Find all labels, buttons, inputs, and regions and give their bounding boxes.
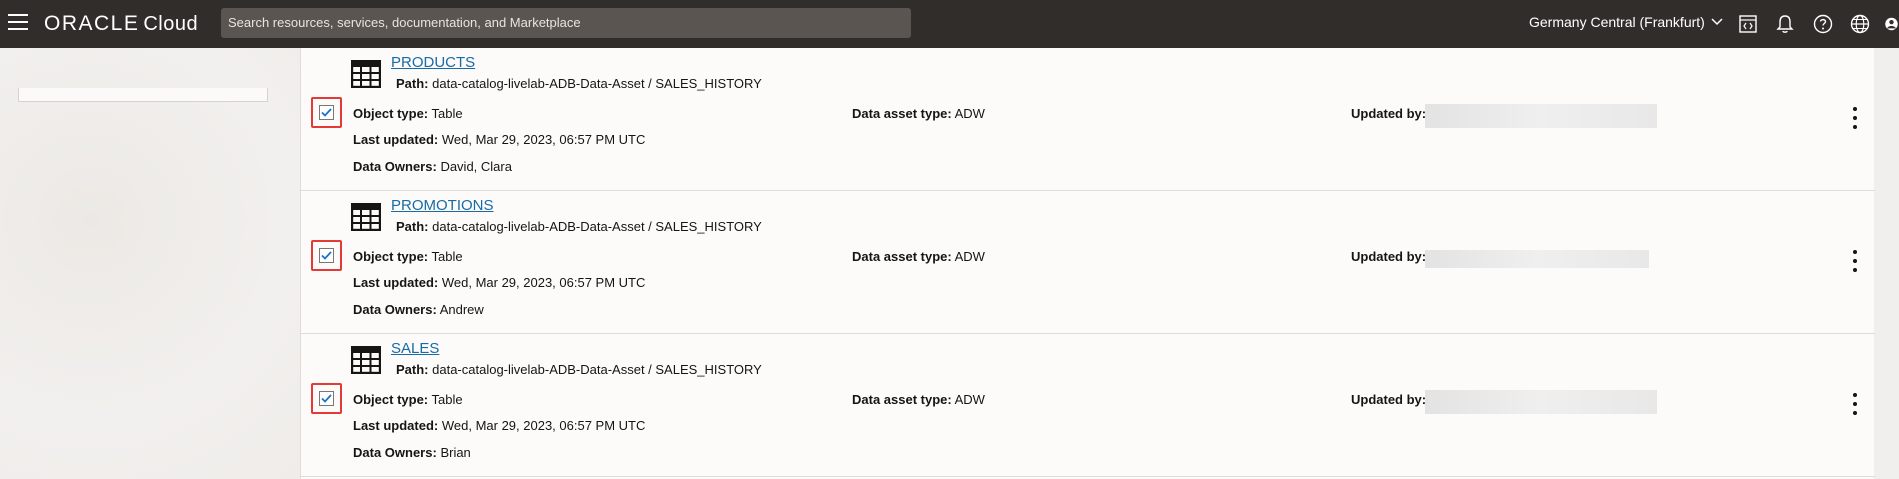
left-filter-panel [0, 48, 300, 479]
row-actions-icon[interactable] [1851, 250, 1859, 272]
asset-type-value: ADW [954, 106, 985, 121]
region-label: Germany Central (Frankfurt) [1529, 14, 1705, 30]
result-row: PROMOTIONS Path: data-catalog-livelab-AD… [301, 191, 1875, 334]
code-editor-icon[interactable] [1736, 12, 1760, 36]
updated-by-label: Updated by: [1351, 106, 1427, 121]
bell-icon[interactable] [1773, 12, 1797, 36]
object-type-label: Object type: [353, 106, 429, 121]
asset-type-label: Data asset type: [852, 392, 952, 407]
checkmark-icon [321, 394, 332, 403]
asset-type-label: Data asset type: [852, 106, 952, 121]
checkmark-icon [321, 251, 332, 260]
menu-icon[interactable] [8, 14, 28, 30]
updated-by-field: Updated by: [1351, 249, 1426, 264]
last-updated-label: Last updated: [353, 275, 439, 290]
table-icon [351, 60, 381, 88]
oracle-cloud-logo[interactable]: ORACLE Cloud [44, 12, 198, 36]
result-name-link[interactable]: PRODUCTS [391, 54, 475, 71]
object-type-field: Object type: Table [353, 106, 463, 121]
owners-label: Data Owners: [353, 302, 437, 317]
asset-type-field: Data asset type: ADW [852, 249, 985, 264]
asset-type-label: Data asset type: [852, 249, 952, 264]
last-updated-field: Last updated: Wed, Mar 29, 2023, 06:57 P… [353, 418, 645, 433]
filter-box [18, 88, 268, 102]
object-type-label: Object type: [353, 392, 429, 407]
region-selector[interactable]: Germany Central (Frankfurt) [1529, 14, 1723, 30]
redacted-user [1425, 390, 1657, 414]
checkbox-checked[interactable] [319, 105, 334, 120]
search-input[interactable]: Search resources, services, documentatio… [221, 8, 911, 38]
select-checkbox[interactable] [311, 97, 342, 128]
updated-by-field: Updated by: [1351, 106, 1426, 121]
checkmark-icon [321, 108, 332, 117]
row-actions-icon[interactable] [1851, 107, 1859, 129]
profile-icon[interactable] [1884, 12, 1899, 36]
updated-by-field: Updated by: [1351, 392, 1426, 407]
result-name-link[interactable]: SALES [391, 340, 439, 357]
row-actions-icon[interactable] [1851, 393, 1859, 415]
checkbox-checked[interactable] [319, 391, 334, 406]
asset-type-field: Data asset type: ADW [852, 392, 985, 407]
globe-icon[interactable] [1848, 12, 1872, 36]
last-updated-value: Wed, Mar 29, 2023, 06:57 PM UTC [441, 275, 646, 290]
updated-by-label: Updated by: [1351, 392, 1427, 407]
select-checkbox[interactable] [311, 383, 342, 414]
path-label: Path: [396, 76, 429, 91]
path-value: data-catalog-livelab-ADB-Data-Asset / SA… [432, 219, 762, 234]
logo-brand: ORACLE [44, 12, 140, 35]
table-icon [351, 346, 381, 374]
table-icon [351, 203, 381, 231]
asset-type-value: ADW [954, 392, 985, 407]
result-row: PRODUCTS Path: data-catalog-livelab-ADB-… [301, 48, 1875, 191]
asset-type-field: Data asset type: ADW [852, 106, 985, 121]
path-label: Path: [396, 362, 429, 377]
owners-field: Data Owners: David, Clara [353, 159, 512, 174]
owners-field: Data Owners: Brian [353, 445, 471, 460]
object-type-label: Object type: [353, 249, 429, 264]
select-checkbox[interactable] [311, 240, 342, 271]
path-label: Path: [396, 219, 429, 234]
updated-by-label: Updated by: [1351, 249, 1427, 264]
redacted-user [1425, 104, 1657, 128]
path-value: data-catalog-livelab-ADB-Data-Asset / SA… [432, 76, 762, 91]
last-updated-value: Wed, Mar 29, 2023, 06:57 PM UTC [441, 418, 646, 433]
object-type-value: Table [431, 106, 463, 121]
last-updated-value: Wed, Mar 29, 2023, 06:57 PM UTC [441, 132, 646, 147]
chevron-down-icon [1711, 18, 1723, 26]
search-results-list: PRODUCTS Path: data-catalog-livelab-ADB-… [300, 48, 1875, 479]
result-path: Path: data-catalog-livelab-ADB-Data-Asse… [396, 362, 762, 377]
last-updated-field: Last updated: Wed, Mar 29, 2023, 06:57 P… [353, 132, 645, 147]
last-updated-label: Last updated: [353, 418, 439, 433]
object-type-value: Table [431, 249, 463, 264]
result-name-link[interactable]: PROMOTIONS [391, 197, 494, 214]
owners-value: Andrew [439, 302, 484, 317]
object-type-field: Object type: Table [353, 392, 463, 407]
checkbox-checked[interactable] [319, 248, 334, 263]
redacted-user [1425, 250, 1649, 268]
top-navigation-bar: ORACLE Cloud Search resources, services, … [0, 0, 1899, 48]
owners-label: Data Owners: [353, 445, 437, 460]
last-updated-field: Last updated: Wed, Mar 29, 2023, 06:57 P… [353, 275, 645, 290]
owners-value: Brian [440, 445, 471, 460]
help-icon[interactable] [1811, 12, 1835, 36]
owners-label: Data Owners: [353, 159, 437, 174]
owners-field: Data Owners: Andrew [353, 302, 484, 317]
logo-sub: Cloud [143, 13, 199, 35]
result-path: Path: data-catalog-livelab-ADB-Data-Asse… [396, 76, 762, 91]
owners-value: David, Clara [440, 159, 512, 174]
object-type-field: Object type: Table [353, 249, 463, 264]
last-updated-label: Last updated: [353, 132, 439, 147]
asset-type-value: ADW [954, 249, 985, 264]
object-type-value: Table [431, 392, 463, 407]
result-row: SALES Path: data-catalog-livelab-ADB-Dat… [301, 334, 1875, 477]
result-path: Path: data-catalog-livelab-ADB-Data-Asse… [396, 219, 762, 234]
path-value: data-catalog-livelab-ADB-Data-Asset / SA… [432, 362, 762, 377]
